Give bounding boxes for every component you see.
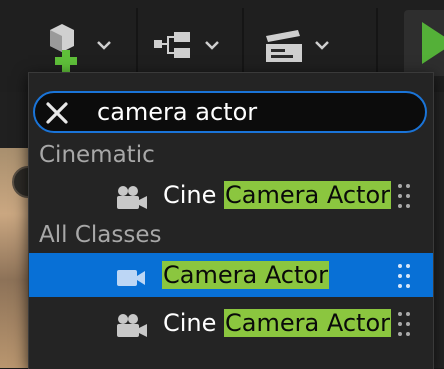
- video-camera-icon: [117, 270, 145, 286]
- search-input[interactable]: camera actor: [97, 98, 257, 126]
- label-prefix: Cine: [163, 309, 225, 337]
- list-item-cine-camera-actor[interactable]: Cine Camera Actor: [29, 173, 433, 217]
- list-item-label: Cine Camera Actor: [163, 309, 391, 337]
- cinematics-button[interactable]: [262, 14, 338, 76]
- place-actor-menu: camera actor Cinematic Cine Camera Actor…: [28, 72, 434, 369]
- search-match-highlight: Camera Actor: [162, 261, 329, 289]
- blueprint-icon: [154, 32, 190, 58]
- add-actor-icon: [50, 24, 77, 72]
- section-header-cinematic: Cinematic: [39, 142, 155, 168]
- search-match-highlight: Camera Actor: [224, 181, 391, 209]
- list-item-label: Cine Camera Actor: [163, 181, 391, 209]
- drag-handle-icon[interactable]: [397, 311, 411, 337]
- play-icon: [422, 22, 444, 64]
- label-prefix: Cine: [163, 181, 225, 209]
- drag-handle-icon[interactable]: [397, 183, 411, 209]
- play-button[interactable]: [404, 10, 444, 76]
- section-header-all-classes: All Classes: [39, 222, 162, 248]
- list-item-label: Camera Actor: [162, 261, 329, 289]
- chevron-down-icon: [315, 41, 329, 50]
- film-camera-icon: [117, 314, 147, 337]
- cinematics-icon: [266, 30, 302, 62]
- add-actor-button[interactable]: [34, 14, 118, 76]
- list-item-cine-camera-actor[interactable]: Cine Camera Actor: [29, 301, 433, 345]
- blueprints-button[interactable]: [150, 14, 226, 76]
- chevron-down-icon: [97, 41, 111, 50]
- film-camera-icon: [117, 186, 147, 209]
- search-box[interactable]: camera actor: [33, 91, 427, 133]
- drag-handle-icon[interactable]: [397, 263, 411, 289]
- search-match-highlight: Camera Actor: [224, 309, 391, 337]
- chevron-down-icon: [205, 41, 219, 50]
- list-item-camera-actor[interactable]: Camera Actor: [29, 253, 433, 297]
- clear-search-icon[interactable]: [45, 101, 69, 125]
